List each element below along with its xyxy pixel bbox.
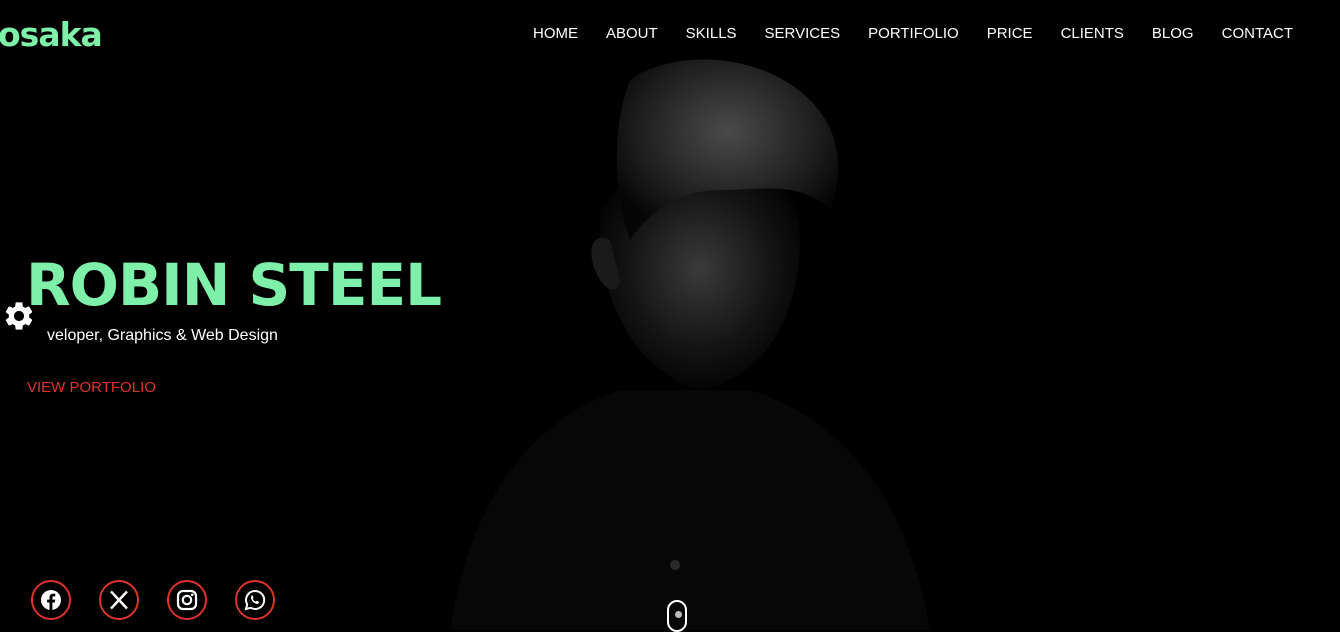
nav-item-blog[interactable]: BLOG (1152, 25, 1194, 42)
gear-icon (5, 302, 33, 330)
whatsapp-link[interactable] (235, 580, 275, 620)
social-links (31, 580, 275, 620)
x-icon (110, 590, 128, 610)
nav-item-home[interactable]: HOME (533, 25, 578, 42)
mouse-scroll-icon (675, 611, 682, 618)
nav-item-portfolio[interactable]: PORTIFOLIO (868, 25, 959, 42)
nav-item-clients[interactable]: CLIENTS (1061, 25, 1124, 42)
hero-portrait-image (450, 59, 930, 630)
main-nav: HOME ABOUT SKILLS SERVICES PORTIFOLIO PR… (533, 25, 1293, 42)
nav-item-about[interactable]: ABOUT (606, 25, 658, 42)
facebook-link[interactable] (31, 580, 71, 620)
view-portfolio-link[interactable]: VIEW PORTFOLIO (27, 379, 156, 396)
facebook-icon (41, 590, 61, 610)
instagram-link[interactable] (167, 580, 207, 620)
nav-item-price[interactable]: PRICE (987, 25, 1033, 42)
site-logo[interactable]: osaka (0, 15, 103, 54)
nav-item-contact[interactable]: CONTACT (1222, 25, 1293, 42)
settings-toggle[interactable] (2, 299, 36, 333)
scroll-down-indicator[interactable] (667, 600, 687, 632)
hero-subtitle: veloper, Graphics & Web Design (47, 327, 278, 344)
x-link[interactable] (99, 580, 139, 620)
nav-item-services[interactable]: SERVICES (765, 25, 841, 42)
instagram-icon (176, 589, 198, 611)
hero-name: ROBIN STEEL (26, 251, 442, 319)
whatsapp-icon (244, 589, 266, 611)
hero-heading-wrap: ROBIN STEEL (26, 250, 446, 320)
nav-item-skills[interactable]: SKILLS (686, 25, 737, 42)
